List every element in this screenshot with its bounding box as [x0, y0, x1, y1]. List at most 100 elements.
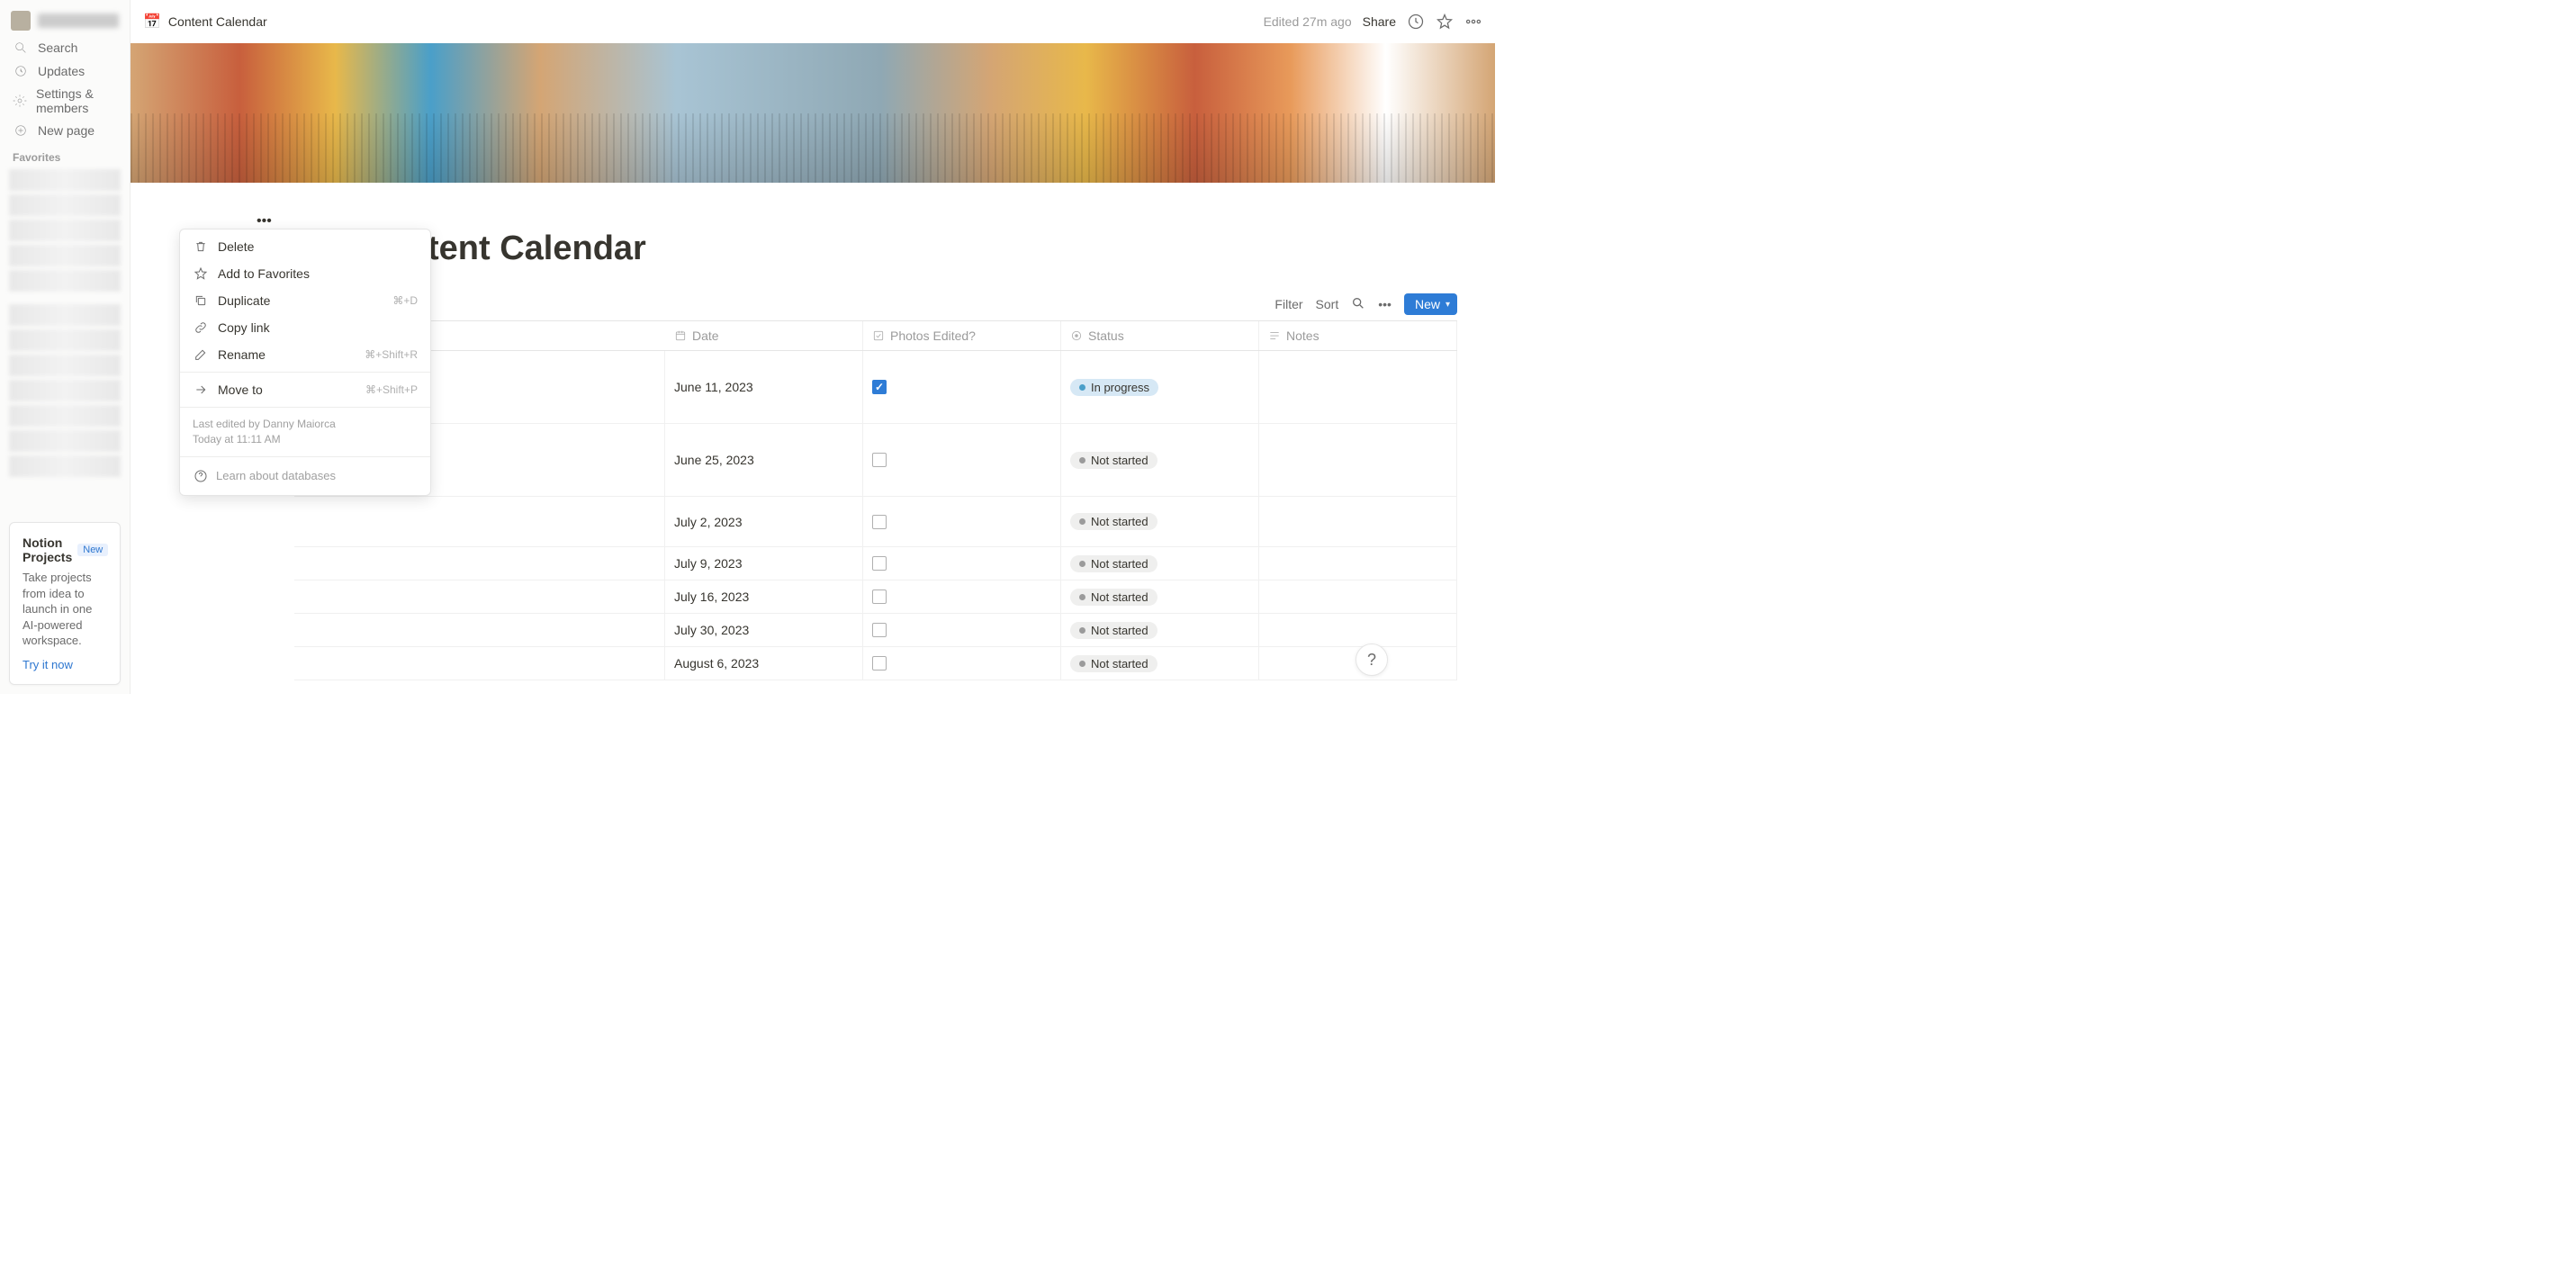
cell-date[interactable]: August 6, 2023 [665, 647, 863, 680]
rename-item[interactable]: Rename ⌘+Shift+R [180, 341, 430, 368]
sidebar-item[interactable] [9, 430, 121, 452]
chevron-down-icon: ▾ [1446, 300, 1450, 310]
history-icon[interactable] [1407, 13, 1425, 31]
table-row[interactable]: July 16, 2023 Not started [294, 580, 1457, 614]
cell-date[interactable]: July 9, 2023 [665, 547, 863, 580]
more-icon[interactable]: ••• [1378, 297, 1392, 311]
sidebar-item[interactable] [9, 245, 121, 266]
move-to-item[interactable]: Move to ⌘+Shift+P [180, 376, 430, 403]
separator [180, 372, 430, 373]
breadcrumb[interactable]: 📅 Content Calendar [143, 13, 267, 31]
cell-notes[interactable] [1259, 580, 1457, 613]
cell-date[interactable]: July 16, 2023 [665, 580, 863, 613]
search-icon[interactable] [1351, 296, 1365, 313]
page-title[interactable]: tent Calendar [428, 230, 1495, 268]
table-row[interactable]: June 25, 2023 Not started [294, 424, 1457, 497]
cell-status[interactable]: Not started [1061, 580, 1259, 613]
cell-notes[interactable] [1259, 424, 1457, 496]
more-icon[interactable] [1464, 13, 1482, 31]
cell-photos-edited[interactable] [863, 424, 1061, 496]
checkbox[interactable] [872, 623, 887, 637]
cell-photos-edited[interactable] [863, 547, 1061, 580]
table-row[interactable]: June 11, 2023 In progress [294, 351, 1457, 424]
cell-photos-edited[interactable] [863, 580, 1061, 613]
cell-status[interactable]: In progress [1061, 351, 1259, 423]
cell-date[interactable]: July 2, 2023 [665, 497, 863, 546]
checkbox[interactable] [872, 453, 887, 467]
sidebar-item[interactable] [9, 380, 121, 401]
cell-name[interactable] [294, 614, 665, 646]
cover-image[interactable] [131, 43, 1495, 183]
separator [180, 456, 430, 457]
cell-name[interactable] [294, 580, 665, 613]
checkbox[interactable] [872, 590, 887, 604]
cell-photos-edited[interactable] [863, 351, 1061, 423]
database-table: Date Photos Edited? Status Notes June 11… [294, 320, 1457, 680]
search-nav[interactable]: Search [0, 36, 130, 59]
delete-item[interactable]: Delete [180, 233, 430, 260]
cell-status[interactable]: Not started [1061, 497, 1259, 546]
cell-status[interactable]: Not started [1061, 547, 1259, 580]
sidebar-item[interactable] [9, 355, 121, 376]
new-page-nav[interactable]: New page [0, 119, 130, 142]
star-icon [193, 266, 209, 282]
updates-nav[interactable]: Updates [0, 59, 130, 83]
column-header-status[interactable]: Status [1061, 321, 1259, 350]
help-icon [193, 468, 209, 484]
cell-name[interactable] [294, 547, 665, 580]
new-button[interactable]: New ▾ [1404, 293, 1457, 315]
column-header-notes[interactable]: Notes [1259, 321, 1457, 350]
promo-cta[interactable]: Try it now [23, 658, 73, 671]
sidebar-item[interactable] [9, 405, 121, 427]
trash-icon [193, 238, 209, 255]
checkbox[interactable] [872, 515, 887, 529]
sidebar-item[interactable] [9, 270, 121, 292]
sort-button[interactable]: Sort [1316, 297, 1339, 311]
sidebar-item[interactable] [9, 169, 121, 191]
cell-notes[interactable] [1259, 614, 1457, 646]
add-favorites-item[interactable]: Add to Favorites [180, 260, 430, 287]
copy-link-item[interactable]: Copy link [180, 314, 430, 341]
checkbox[interactable] [872, 656, 887, 670]
cell-status[interactable]: Not started [1061, 647, 1259, 680]
table-row[interactable]: July 30, 2023 Not started [294, 614, 1457, 647]
cell-name[interactable] [294, 497, 665, 546]
column-header-photos[interactable]: Photos Edited? [863, 321, 1061, 350]
cell-name[interactable] [294, 647, 665, 680]
cell-date[interactable]: July 30, 2023 [665, 614, 863, 646]
settings-nav[interactable]: Settings & members [0, 83, 130, 119]
cell-notes[interactable] [1259, 547, 1457, 580]
cell-date[interactable]: June 25, 2023 [665, 424, 863, 496]
learn-databases-item[interactable]: Learn about databases [180, 461, 430, 491]
workspace-switcher[interactable] [0, 0, 130, 36]
view-options-icon[interactable]: ••• [257, 213, 272, 229]
status-badge: In progress [1070, 379, 1158, 396]
help-button[interactable]: ? [1356, 644, 1388, 676]
table-row[interactable]: August 6, 2023 Not started [294, 647, 1457, 680]
table-row[interactable]: July 2, 2023 Not started [294, 497, 1457, 547]
star-icon[interactable] [1436, 13, 1454, 31]
sidebar-item[interactable] [9, 304, 121, 326]
sidebar-item[interactable] [9, 455, 121, 477]
column-header-date[interactable]: Date [665, 321, 863, 350]
cell-date[interactable]: June 11, 2023 [665, 351, 863, 423]
sidebar-item[interactable] [9, 220, 121, 241]
cell-photos-edited[interactable] [863, 614, 1061, 646]
sidebar-item[interactable] [9, 194, 121, 216]
share-button[interactable]: Share [1363, 14, 1396, 29]
checkbox[interactable] [872, 380, 887, 394]
table-row[interactable]: July 9, 2023 Not started [294, 547, 1457, 580]
cell-notes[interactable] [1259, 497, 1457, 546]
workspace-icon [11, 11, 31, 31]
duplicate-item[interactable]: Duplicate ⌘+D [180, 287, 430, 314]
sidebar-item[interactable] [9, 329, 121, 351]
filter-button[interactable]: Filter [1274, 297, 1302, 311]
gear-icon [13, 93, 27, 109]
cell-photos-edited[interactable] [863, 647, 1061, 680]
checkbox[interactable] [872, 556, 887, 571]
cell-photos-edited[interactable] [863, 497, 1061, 546]
cell-notes[interactable] [1259, 351, 1457, 423]
cell-status[interactable]: Not started [1061, 424, 1259, 496]
cell-status[interactable]: Not started [1061, 614, 1259, 646]
checkbox-icon [872, 329, 885, 342]
